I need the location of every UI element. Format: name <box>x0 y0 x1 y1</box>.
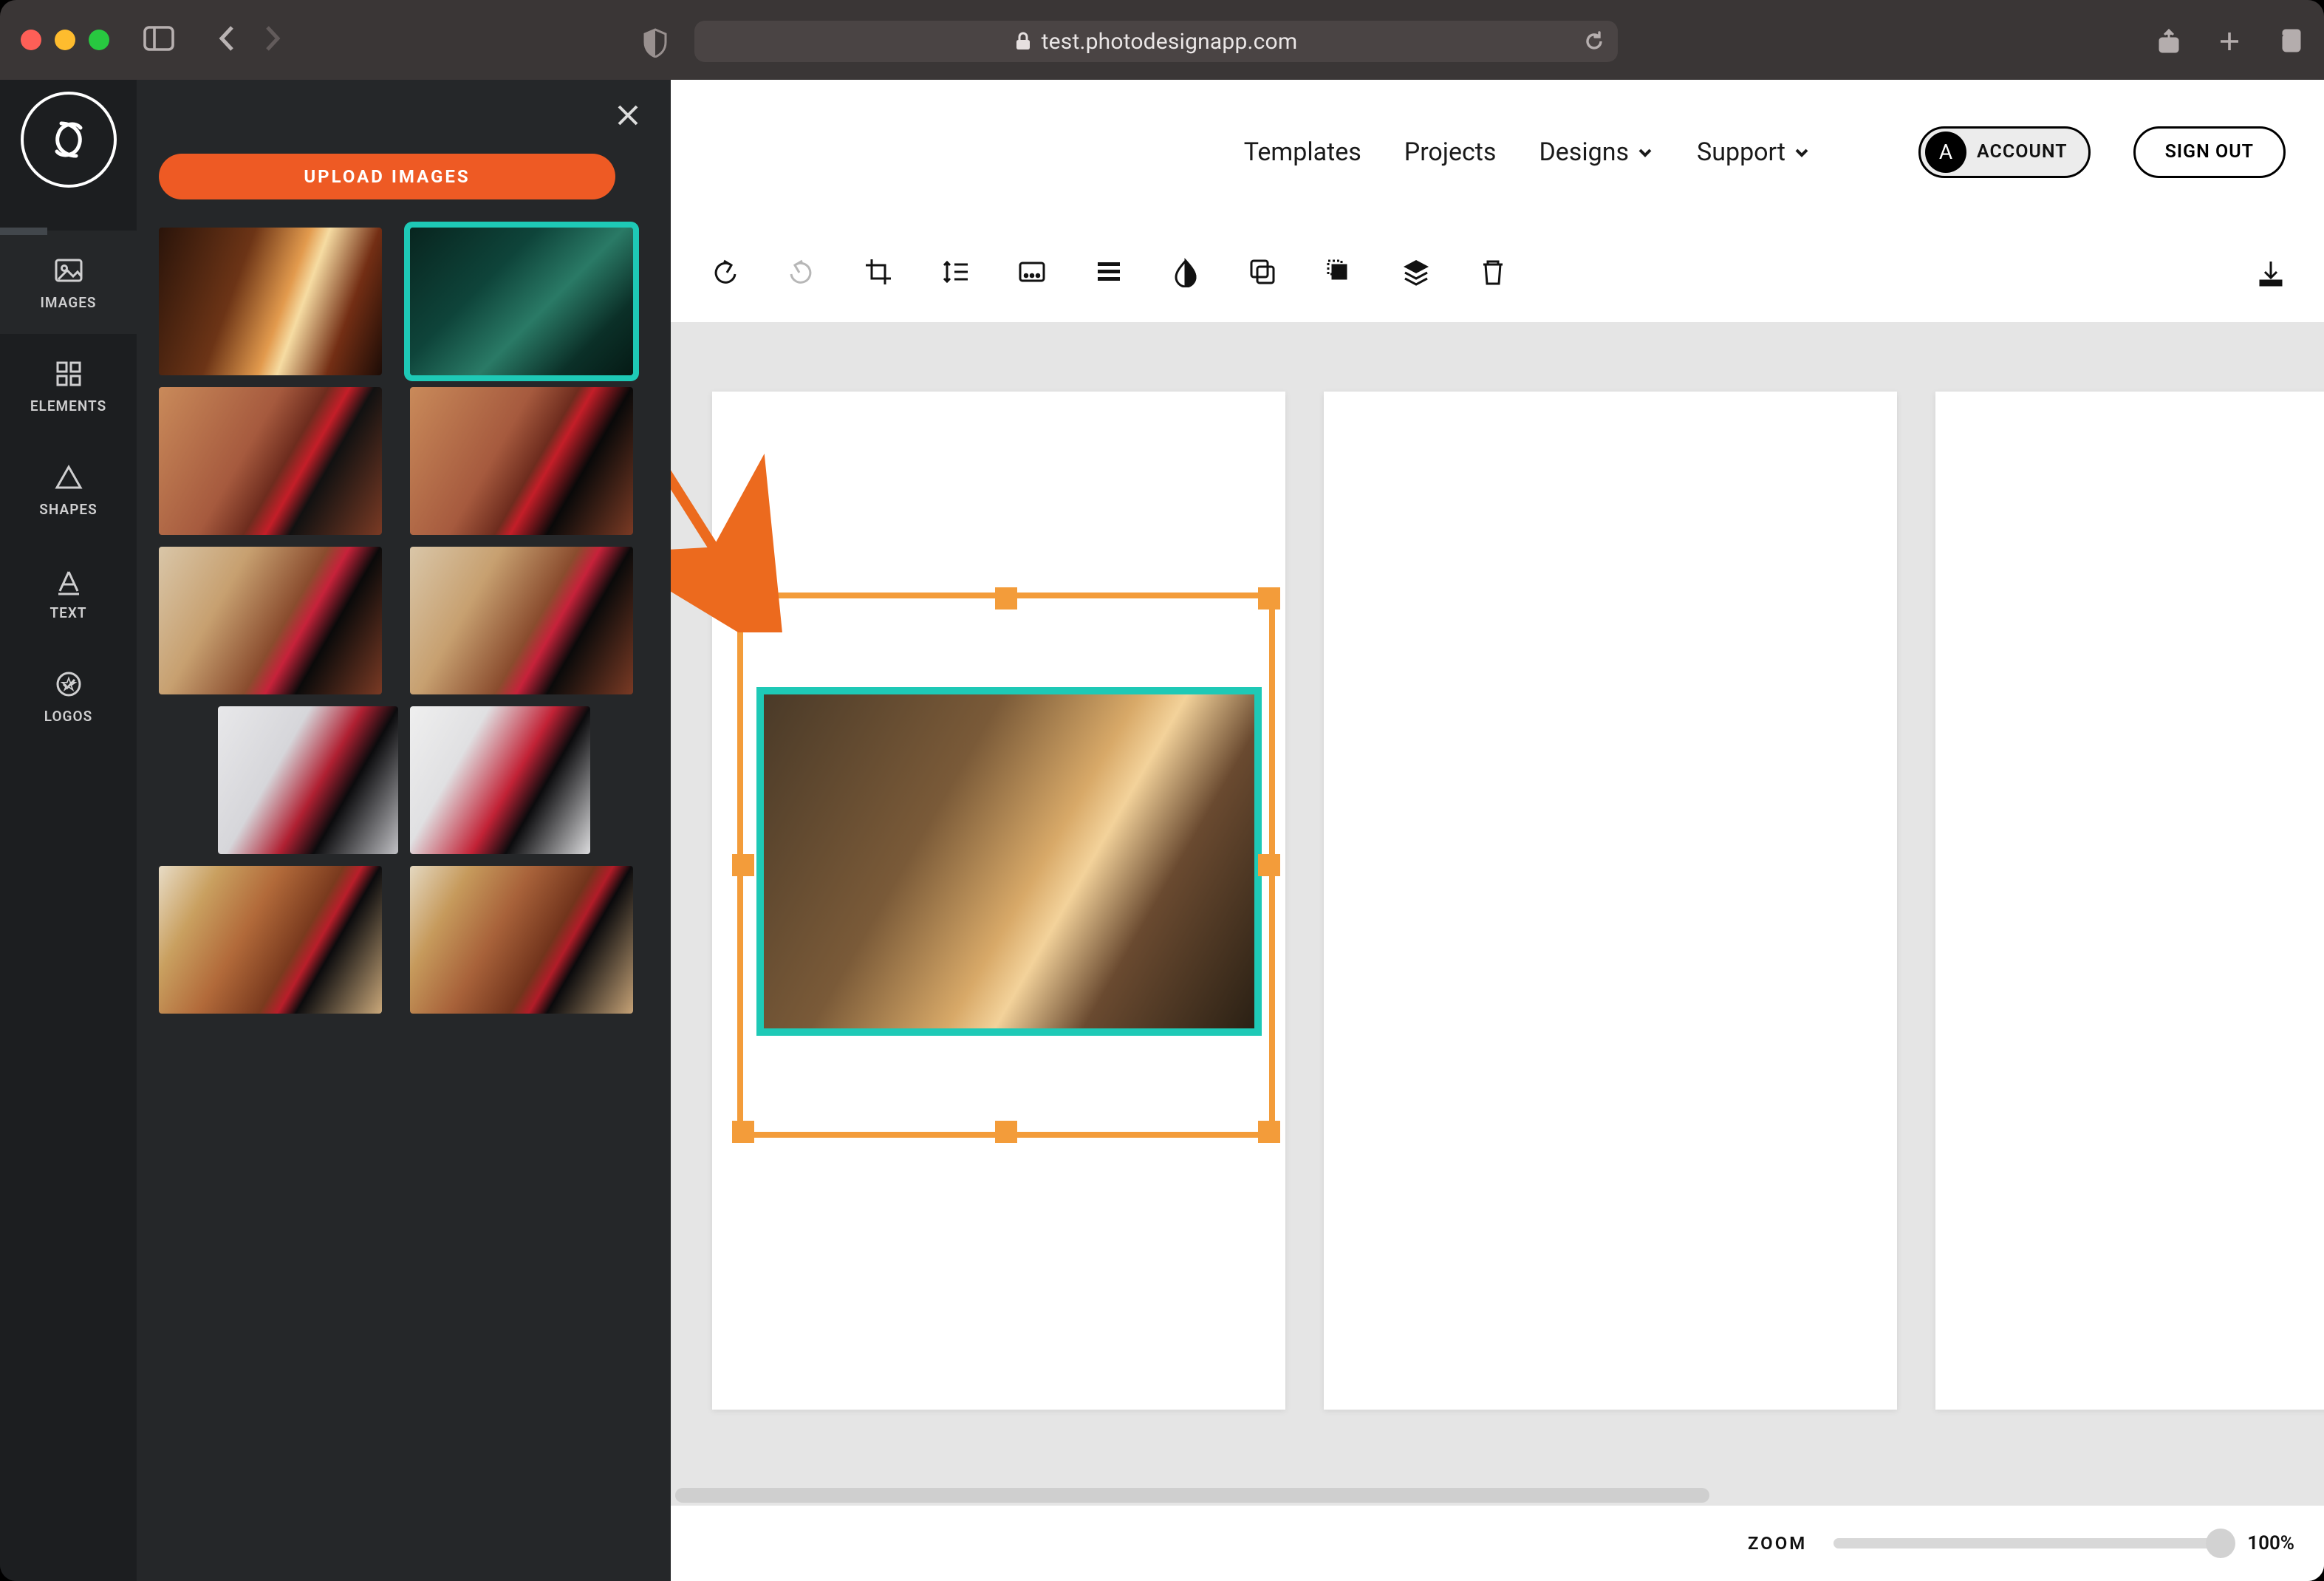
sidebar-toggle-icon[interactable] <box>143 26 174 54</box>
rail-item-label: ELEMENTS <box>30 397 106 414</box>
zoom-value: 100% <box>2247 1532 2294 1554</box>
nav-support[interactable]: Support <box>1697 137 1811 167</box>
image-thumbnail[interactable] <box>159 547 382 694</box>
image-thumbnail[interactable] <box>218 706 398 854</box>
resize-handle[interactable] <box>1258 1121 1280 1143</box>
app-header: Templates Projects Designs Support A ACC… <box>671 80 2324 225</box>
new-tab-icon[interactable] <box>2216 28 2243 58</box>
horizontal-scrollbar[interactable] <box>675 1485 2320 1506</box>
rail-item-label: LOGOS <box>44 708 92 725</box>
reload-icon[interactable] <box>1584 31 1604 55</box>
rail-item-images[interactable]: IMAGES <box>0 231 137 334</box>
share-icon[interactable] <box>2156 28 2182 58</box>
tab-overview-icon[interactable] <box>2277 28 2303 58</box>
rail-item-shapes[interactable]: SHAPES <box>0 437 137 541</box>
signout-button[interactable]: SIGN OUT <box>2133 126 2286 178</box>
rail-progress-indicator <box>0 228 47 235</box>
window-minimize[interactable] <box>55 30 75 50</box>
address-bar-url: test.photodesignapp.com <box>1042 29 1298 55</box>
selection-box[interactable] <box>737 593 1275 1138</box>
image-thumbnail[interactable] <box>410 866 633 1014</box>
placed-image[interactable] <box>756 687 1262 1036</box>
window-traffic-lights <box>21 30 109 50</box>
upload-images-label: UPLOAD IMAGES <box>304 166 470 187</box>
chevron-down-icon <box>1793 143 1811 161</box>
lock-icon <box>1015 32 1031 51</box>
crop-button[interactable] <box>863 256 894 290</box>
delete-button[interactable] <box>1477 256 1508 290</box>
opacity-button[interactable] <box>1170 256 1201 290</box>
undo-button[interactable] <box>709 256 740 290</box>
zoom-label: ZOOM <box>1748 1533 1807 1554</box>
nav-projects[interactable]: Projects <box>1404 137 1497 167</box>
window-zoom[interactable] <box>89 30 109 50</box>
resize-handle[interactable] <box>732 854 754 876</box>
address-bar[interactable]: test.photodesignapp.com <box>694 21 1618 62</box>
line-spacing-button[interactable] <box>940 256 971 290</box>
resize-handle[interactable] <box>995 587 1017 609</box>
images-panel: UPLOAD IMAGES <box>137 80 671 1581</box>
page[interactable] <box>712 392 1285 1410</box>
nav-templates[interactable]: Templates <box>1244 137 1361 167</box>
copy-button[interactable] <box>1247 256 1278 290</box>
download-button[interactable] <box>2256 259 2286 291</box>
rail-item-logos[interactable]: LOGOS <box>0 644 137 748</box>
rail-item-label: SHAPES <box>39 501 97 518</box>
account-avatar: A <box>1925 132 1966 173</box>
redo-button <box>786 256 817 290</box>
image-thumbnail[interactable] <box>410 228 633 375</box>
page[interactable] <box>1324 392 1897 1410</box>
editor-toolbar <box>671 225 2324 322</box>
chevron-down-icon <box>1636 143 1654 161</box>
account-button[interactable]: A ACCOUNT <box>1918 126 2091 178</box>
image-thumbnail[interactable] <box>410 547 633 694</box>
nav-designs[interactable]: Designs <box>1539 137 1654 167</box>
scrollbar-thumb[interactable] <box>675 1488 1709 1503</box>
browser-back-button[interactable] <box>217 25 236 55</box>
rail-item-label: IMAGES <box>40 294 96 311</box>
image-thumbnail[interactable] <box>410 387 633 535</box>
image-thumbnail[interactable] <box>410 706 590 854</box>
privacy-shield-icon[interactable] <box>643 28 668 61</box>
left-rail: IMAGES ELEMENTS SHAPES TEXT LOGOS <box>0 80 137 1581</box>
browser-titlebar: test.photodesignapp.com <box>0 0 2324 80</box>
account-label: ACCOUNT <box>1977 141 2068 163</box>
resize-handle[interactable] <box>1258 854 1280 876</box>
upload-images-button[interactable]: UPLOAD IMAGES <box>159 154 615 199</box>
resize-handle[interactable] <box>732 1121 754 1143</box>
rail-item-label: TEXT <box>49 604 86 621</box>
main-area: Templates Projects Designs Support A ACC… <box>671 80 2324 1581</box>
send-behind-button[interactable] <box>1324 256 1355 290</box>
rail-item-text[interactable]: TEXT <box>0 541 137 644</box>
caption-button[interactable] <box>1016 256 1047 290</box>
image-thumbnail[interactable] <box>159 228 382 375</box>
zoom-slider[interactable] <box>1833 1538 2228 1548</box>
image-thumbnail[interactable] <box>159 387 382 535</box>
resize-handle[interactable] <box>1258 587 1280 609</box>
layers-button[interactable] <box>1401 256 1432 290</box>
browser-forward-button <box>263 25 282 55</box>
resize-handle[interactable] <box>732 587 754 609</box>
close-panel-button[interactable] <box>615 102 641 132</box>
resize-handle[interactable] <box>995 1121 1017 1143</box>
image-thumbnail[interactable] <box>159 866 382 1014</box>
app-logo[interactable] <box>21 92 117 188</box>
canvas[interactable] <box>671 322 2324 1506</box>
rail-item-elements[interactable]: ELEMENTS <box>0 334 137 437</box>
zoom-slider-knob[interactable] <box>2206 1529 2235 1558</box>
window-close[interactable] <box>21 30 41 50</box>
zoom-bar: ZOOM 100% <box>671 1506 2324 1581</box>
page[interactable] <box>1935 392 2324 1410</box>
align-button[interactable] <box>1093 256 1124 290</box>
